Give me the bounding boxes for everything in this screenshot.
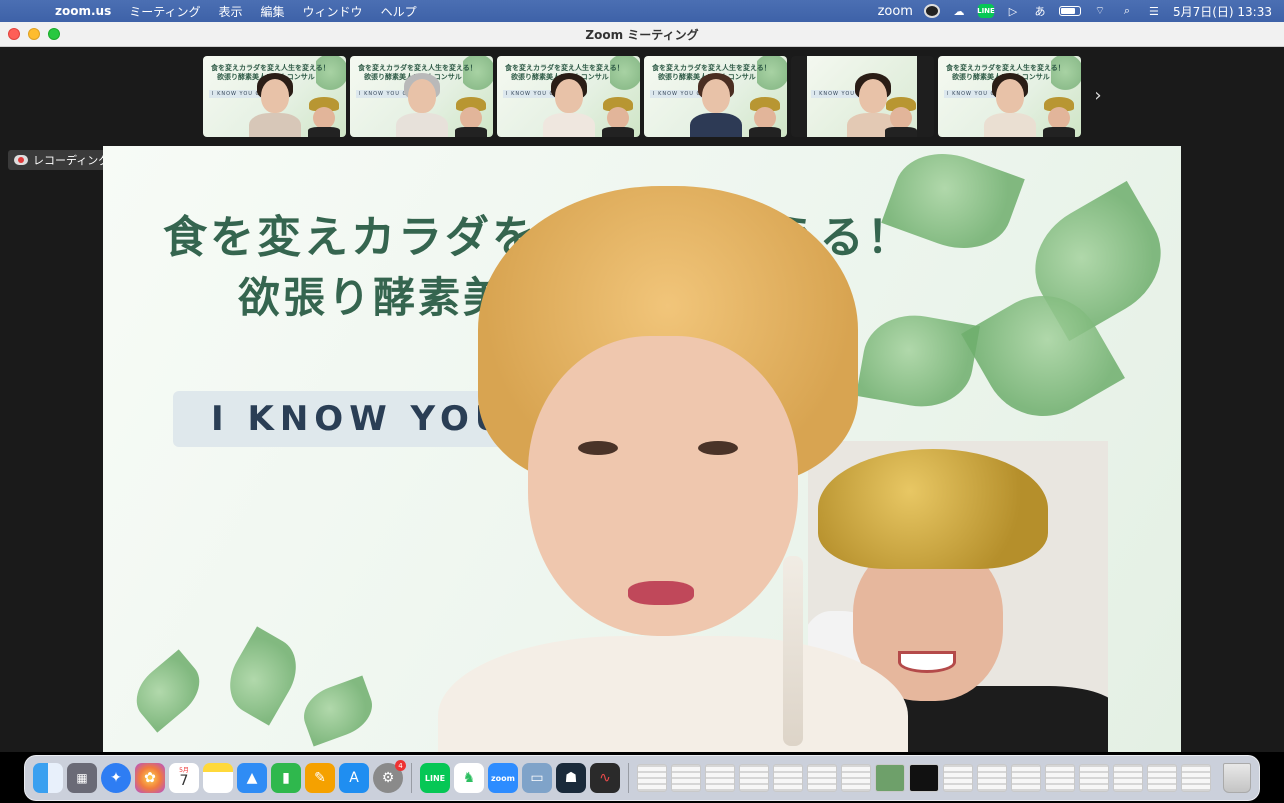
document-thumbnail[interactable] — [1079, 764, 1109, 792]
document-thumbnail[interactable] — [705, 764, 735, 792]
window-title: Zoom ミーティング — [585, 27, 699, 42]
document-thumbnail[interactable] — [1113, 764, 1143, 792]
slide-tagline: I KNOW YOU — [211, 399, 509, 439]
document-thumbnail[interactable] — [671, 764, 701, 792]
notes-icon[interactable] — [203, 763, 233, 793]
wifi-icon[interactable]: ⌔ — [1092, 4, 1108, 18]
voice-memo-icon[interactable]: ∿ — [590, 763, 620, 793]
leaf-decoration — [856, 307, 980, 415]
dock: ▦ ✦ ✿ 5月 7 ▲ ▮ ✎ A ⚙ 4 LINE ♞ zoom ▭ ☗ ∿ — [24, 755, 1260, 801]
leaf-decoration — [217, 626, 309, 726]
finder-icon[interactable] — [33, 763, 63, 793]
document-thumbnail[interactable] — [773, 764, 803, 792]
menu-help[interactable]: ヘルプ — [372, 3, 426, 20]
document-thumbnail[interactable] — [739, 764, 769, 792]
document-thumbnail[interactable] — [1045, 764, 1075, 792]
active-speaker-video[interactable]: 食を変えカラダを を変える！ 欲張り酵素美 ンサル I KNOW YOU — [103, 146, 1181, 752]
participant-strip: 食を変えカラダを変え人生を変える！ 欲張り酵素美人チームコンサル I KNOW … — [203, 56, 1081, 137]
meeting-content: 食を変えカラダを変え人生を変える！ 欲張り酵素美人チームコンサル I KNOW … — [0, 47, 1284, 752]
numbers-icon[interactable]: ▮ — [271, 763, 301, 793]
image-thumbnail[interactable] — [909, 764, 939, 792]
menu-meeting[interactable]: ミーティング — [120, 3, 209, 20]
participant-video — [541, 69, 597, 137]
participant-video — [688, 69, 744, 137]
dock-divider — [628, 763, 629, 793]
document-thumbnail[interactable] — [1181, 764, 1211, 792]
close-window-button[interactable] — [8, 28, 20, 40]
leaf-decoration — [610, 56, 640, 92]
leaf-decoration — [316, 56, 346, 92]
menu-edit[interactable]: 編集 — [252, 3, 294, 20]
host-inset — [1041, 93, 1075, 137]
search-icon[interactable]: ⌕ — [1119, 4, 1135, 18]
zoom-window: Zoom ミーティング 食を変えカラダを変え人生を変える！ 欲張り酵素美人チーム… — [0, 22, 1284, 752]
document-thumbnail[interactable] — [1147, 764, 1177, 792]
image-thumbnail[interactable] — [875, 764, 905, 792]
play-status-icon[interactable]: ▷ — [1005, 4, 1021, 18]
menu-bar: zoom.us ミーティング 表示 編集 ウィンドウ ヘルプ zoom ☁ LI… — [0, 0, 1284, 22]
battery-icon[interactable] — [1058, 6, 1081, 16]
status-area: zoom ☁ LINE ▷ あ ⌔ ⌕ ☰ 5月7日(日) 13:33 — [878, 0, 1284, 22]
participant-video — [982, 69, 1038, 137]
window-controls — [0, 28, 60, 40]
safari-icon[interactable]: ✦ — [101, 763, 131, 793]
host-inset — [453, 93, 487, 137]
minimize-window-button[interactable] — [28, 28, 40, 40]
participant-video — [394, 69, 450, 137]
control-center-icon[interactable]: ☰ — [1146, 4, 1162, 18]
participant-tile[interactable]: 食を変えカラダを変え人生を変える！ 欲張り酵素美人チームコンサル I KNOW … — [938, 56, 1081, 137]
host-inset — [306, 93, 340, 137]
leaf-decoration — [125, 649, 211, 733]
chevron-right-icon[interactable]: › — [1090, 85, 1106, 106]
menu-window[interactable]: ウィンドウ — [294, 3, 372, 20]
document-thumbnail[interactable] — [807, 764, 837, 792]
evernote-status-icon[interactable]: ☁ — [951, 4, 967, 18]
zoom-app-icon[interactable]: zoom — [488, 763, 518, 793]
participant-tile[interactable]: 食を変えカラダを変え人生を変える！ 欲張り酵素美人チームコンサル I KNOW … — [203, 56, 346, 137]
photos-icon[interactable]: ✿ — [135, 763, 165, 793]
launchpad-icon[interactable]: ▦ — [67, 763, 97, 793]
title-bar: Zoom ミーティング — [0, 22, 1284, 47]
system-settings-icon[interactable]: ⚙ 4 — [373, 760, 406, 793]
app-store-icon[interactable]: A — [339, 763, 369, 793]
preview-icon[interactable]: ▭ — [522, 763, 552, 793]
input-method-icon[interactable]: あ — [1032, 4, 1048, 18]
pages-icon[interactable]: ✎ — [305, 763, 335, 793]
line-status-icon[interactable]: LINE — [977, 4, 995, 18]
leaf-decoration — [296, 675, 380, 747]
dock-divider — [411, 763, 412, 793]
participant-tile[interactable]: I KNOW YOU CAN — [791, 56, 934, 137]
leaf-decoration — [757, 56, 787, 92]
document-thumbnail[interactable] — [637, 764, 667, 792]
speaker-person — [438, 186, 908, 752]
clock[interactable]: 5月7日(日) 13:33 — [1173, 3, 1272, 20]
leaf-decoration — [1051, 56, 1081, 92]
participant-video — [247, 69, 303, 137]
keynote-icon[interactable]: ▲ — [237, 763, 267, 793]
participant-tile[interactable]: 食を変えカラダを変え人生を変える！ 欲張り酵素美人チームコンサル I KNOW … — [350, 56, 493, 137]
participant-tile[interactable]: 食を変えカラダを変え人生を変える！ 欲張り酵素美人チームコンサル I KNOW … — [497, 56, 640, 137]
kindle-icon[interactable]: ☗ — [556, 763, 586, 793]
leaf-decoration — [463, 56, 493, 92]
document-thumbnail[interactable] — [841, 764, 871, 792]
host-inset — [747, 93, 781, 137]
zoom-status-item[interactable]: zoom — [878, 4, 913, 19]
settings-badge: 4 — [395, 760, 406, 771]
trash-icon[interactable] — [1223, 763, 1251, 793]
calendar-day: 7 — [179, 773, 189, 789]
maximize-window-button[interactable] — [48, 28, 60, 40]
document-thumbnail[interactable] — [977, 764, 1007, 792]
evernote-icon[interactable]: ♞ — [454, 763, 484, 793]
document-thumbnail[interactable] — [1011, 764, 1041, 792]
menu-view[interactable]: 表示 — [210, 3, 252, 20]
participant-tile[interactable]: 食を変えカラダを変え人生を変える！ 欲張り酵素美人チームコンサル I KNOW … — [644, 56, 787, 137]
cloud-record-icon — [14, 155, 28, 165]
document-thumbnail[interactable] — [943, 764, 973, 792]
line-app-icon[interactable]: LINE — [420, 763, 450, 793]
calendar-icon[interactable]: 5月 7 — [169, 763, 199, 793]
circle-status-icon[interactable] — [923, 4, 940, 18]
participant-video: I KNOW YOU CAN — [807, 56, 917, 137]
menu-app-name[interactable]: zoom.us — [46, 4, 120, 18]
host-inset — [600, 93, 634, 137]
